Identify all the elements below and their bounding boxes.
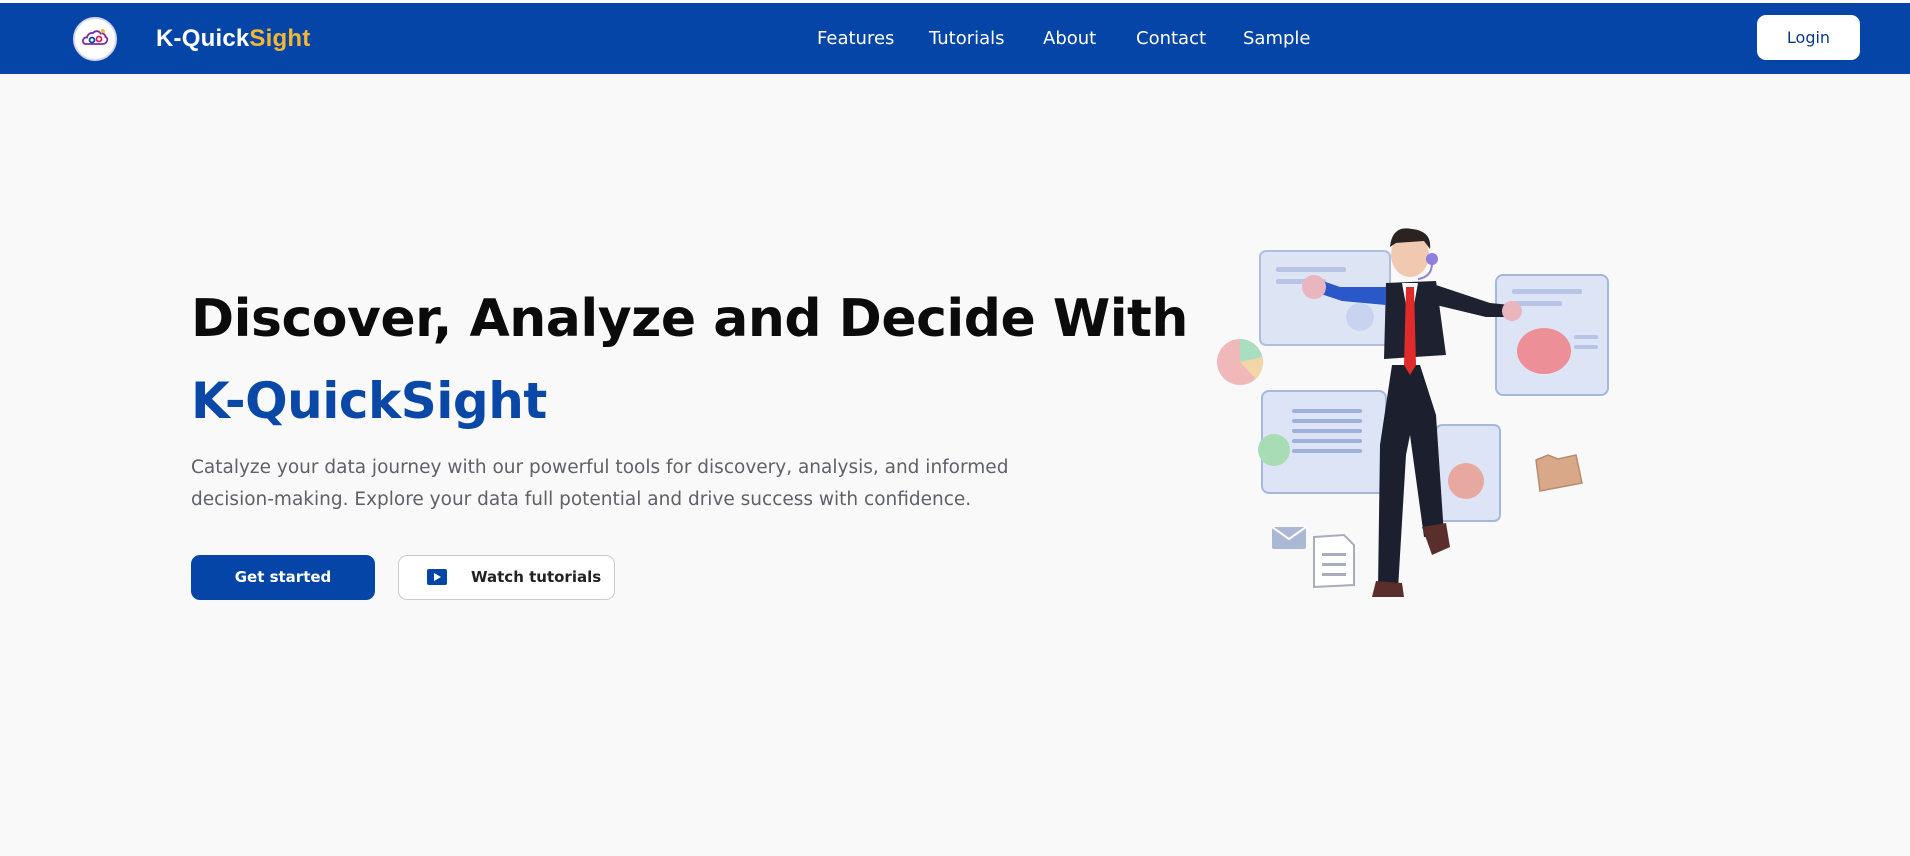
navbar: K-QuickSight Features Tutorials About Co…: [0, 3, 1910, 74]
hero-title: Discover, Analyze and Decide With: [191, 289, 1188, 349]
nav-link-sample[interactable]: Sample: [1243, 27, 1311, 51]
watch-tutorials-button[interactable]: Watch tutorials: [398, 555, 615, 600]
nav-link-contact[interactable]: Contact: [1136, 27, 1206, 51]
document-icon: [1313, 533, 1355, 589]
hero-description: Catalyze your data journey with our powe…: [191, 457, 1009, 510]
get-started-button[interactable]: Get started: [191, 555, 375, 600]
cloud-analytics-logo-icon[interactable]: [73, 17, 117, 61]
brand-logo-text[interactable]: K-QuickSight: [156, 25, 310, 53]
nav-link-tutorials[interactable]: Tutorials: [929, 27, 1005, 51]
nav-link-about[interactable]: About: [1043, 27, 1096, 51]
data-panel-bottom-left: [1258, 390, 1387, 494]
brand-name-primary: K-Quick: [156, 25, 250, 52]
nav-link-features[interactable]: Features: [817, 27, 894, 51]
folder-icon: [1535, 454, 1583, 492]
play-icon: [427, 569, 447, 585]
login-button[interactable]: Login: [1757, 15, 1860, 60]
watch-tutorials-label: Watch tutorials: [471, 568, 602, 586]
data-panel-right: [1495, 274, 1609, 396]
hero-brand-name: K-QuickSight: [191, 372, 547, 430]
pie-chart-icon: [1217, 339, 1263, 385]
brand-name-accent: Sight: [249, 25, 311, 52]
hero-illustration: [1217, 228, 1609, 597]
envelope-icon: [1271, 526, 1307, 549]
data-panel-bottom-center: [1435, 424, 1501, 522]
